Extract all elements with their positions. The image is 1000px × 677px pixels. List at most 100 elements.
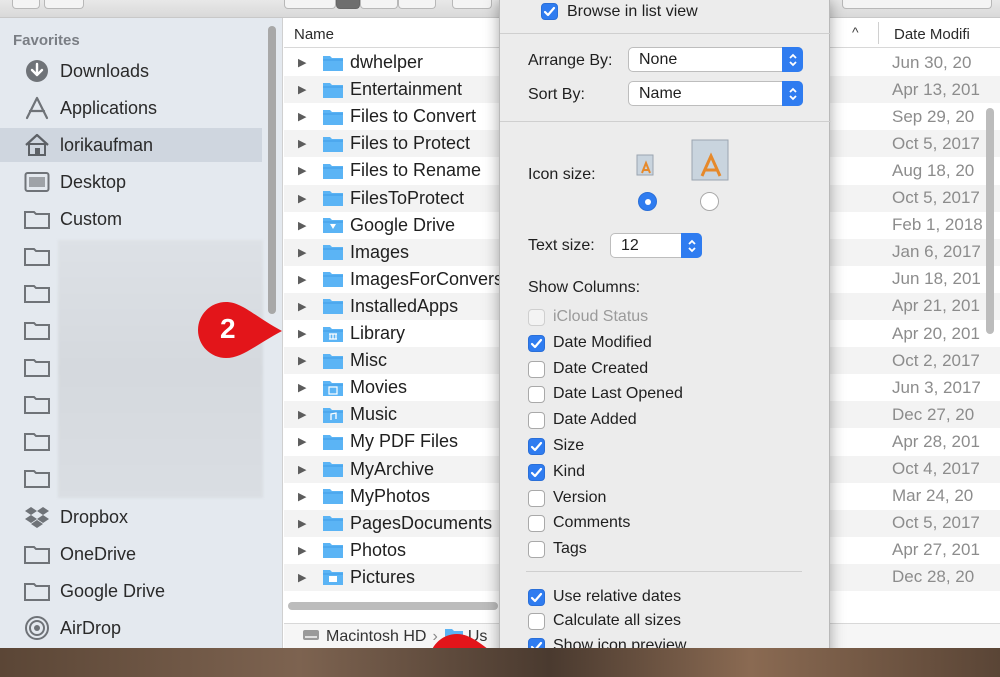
column-checkbox[interactable] xyxy=(528,334,545,352)
column-checkbox-label: Tags xyxy=(553,540,587,558)
sidebar-item-label: lorikaufman xyxy=(60,134,154,155)
column-checkbox[interactable] xyxy=(528,360,545,378)
drive-folder-icon xyxy=(322,216,344,234)
icon-view-button[interactable] xyxy=(284,0,336,9)
column-view-button[interactable] xyxy=(360,0,398,9)
name-column-header[interactable]: Name xyxy=(294,26,334,43)
sort-by-value: Name xyxy=(639,84,682,102)
sidebar-item-custom[interactable]: Custom xyxy=(0,202,262,236)
updown-chevron-icon xyxy=(782,47,803,72)
path-item-drive[interactable]: Macintosh HD xyxy=(326,628,426,646)
disclosure-triangle-icon[interactable]: ▶ xyxy=(298,273,308,286)
folder-icon xyxy=(24,429,50,453)
sidebar-item-label: Dropbox xyxy=(60,506,129,527)
disclosure-triangle-icon[interactable]: ▶ xyxy=(298,408,308,421)
date-column-header[interactable]: Date Modifi xyxy=(894,26,970,43)
disclosure-triangle-icon[interactable]: ▶ xyxy=(298,164,308,177)
sidebar-item-applications[interactable]: Applications xyxy=(0,91,262,125)
folder-icon xyxy=(322,297,344,315)
disclosure-triangle-icon[interactable]: ▶ xyxy=(298,192,308,205)
forward-button[interactable] xyxy=(44,0,84,9)
folder-icon xyxy=(322,243,344,261)
vertical-scrollbar[interactable] xyxy=(986,108,994,334)
column-checkbox xyxy=(528,309,545,326)
browse-list-view-checkbox[interactable] xyxy=(541,3,558,20)
column-checkbox-label: Date Created xyxy=(553,359,649,377)
disclosure-triangle-icon[interactable]: ▶ xyxy=(298,571,308,584)
disclosure-triangle-icon[interactable]: ▶ xyxy=(298,435,308,448)
download-icon xyxy=(24,59,50,83)
column-checkbox[interactable] xyxy=(528,438,545,455)
airdrop-icon xyxy=(24,616,50,640)
disclosure-triangle-icon[interactable]: ▶ xyxy=(298,110,308,123)
option-checkbox[interactable] xyxy=(528,613,545,631)
sidebar-item-downloads[interactable]: Downloads xyxy=(0,54,262,88)
date-modified: Jan 6, 2017 xyxy=(892,242,981,262)
search-field[interactable] xyxy=(842,0,992,9)
date-modified: Apr 20, 201 xyxy=(892,323,980,343)
disclosure-triangle-icon[interactable]: ▶ xyxy=(298,381,308,394)
text-size-select[interactable]: 12 xyxy=(610,233,702,258)
list-view-button[interactable] xyxy=(336,0,360,9)
sidebar-item-google-drive[interactable]: Google Drive xyxy=(0,574,262,608)
browse-list-view-label: Browse in list view xyxy=(567,3,698,20)
disclosure-triangle-icon[interactable]: ▶ xyxy=(298,327,308,340)
column-checkbox[interactable] xyxy=(528,412,545,430)
disclosure-triangle-icon[interactable]: ▶ xyxy=(298,56,308,69)
sidebar-item-desktop[interactable]: Desktop xyxy=(0,165,262,199)
sidebar-scrollbar[interactable] xyxy=(268,26,276,314)
folder-icon xyxy=(322,81,344,99)
date-modified: Jun 18, 201 xyxy=(892,269,981,289)
date-modified: Oct 5, 2017 xyxy=(892,133,980,153)
sidebar-item-label: Custom xyxy=(60,208,123,229)
sidebar-item-dropbox[interactable]: Dropbox xyxy=(0,500,262,534)
column-checkbox-label: Comments xyxy=(553,514,631,532)
horizontal-scrollbar[interactable] xyxy=(288,602,498,610)
folder-icon xyxy=(24,542,50,566)
sidebar-item-home[interactable]: lorikaufman xyxy=(0,128,262,162)
disclosure-triangle-icon[interactable]: ▶ xyxy=(298,544,308,557)
disclosure-triangle-icon[interactable]: ▶ xyxy=(298,300,308,313)
column-checkbox[interactable] xyxy=(528,463,545,481)
sidebar-heading: Favorites xyxy=(13,32,80,49)
disclosure-triangle-icon[interactable]: ▶ xyxy=(298,83,308,96)
column-checkbox[interactable] xyxy=(528,541,545,559)
disclosure-triangle-icon[interactable]: ▶ xyxy=(298,137,308,150)
small-icon-radio[interactable] xyxy=(638,192,657,211)
gallery-view-button[interactable] xyxy=(398,0,436,9)
disclosure-triangle-icon[interactable]: ▶ xyxy=(298,517,308,530)
sidebar-item-label: AirDrop xyxy=(60,617,122,638)
folder-icon xyxy=(322,541,344,559)
folder-icon xyxy=(24,318,50,342)
folder-icon xyxy=(322,270,344,288)
disclosure-triangle-icon[interactable]: ▶ xyxy=(298,490,308,503)
sidebar-item-onedrive[interactable]: OneDrive xyxy=(0,537,262,571)
disclosure-triangle-icon[interactable]: ▶ xyxy=(298,354,308,367)
sidebar-item-airdrop[interactable]: AirDrop xyxy=(0,611,262,645)
column-divider[interactable] xyxy=(878,22,879,44)
arrange-by-select[interactable]: None xyxy=(628,47,803,72)
disclosure-triangle-icon[interactable]: ▶ xyxy=(298,463,308,476)
column-checkbox[interactable] xyxy=(528,515,545,533)
disclosure-triangle-icon[interactable]: ▶ xyxy=(298,246,308,259)
divider xyxy=(526,571,802,572)
column-checkbox[interactable] xyxy=(528,386,545,404)
large-icon-radio[interactable] xyxy=(700,192,719,211)
disclosure-triangle-icon[interactable]: ▶ xyxy=(298,219,308,232)
column-checkbox-label: Kind xyxy=(553,462,586,480)
folder-icon xyxy=(322,487,344,505)
folder-icon xyxy=(322,162,344,180)
sidebar-item-label: Downloads xyxy=(60,60,150,81)
arrange-button[interactable] xyxy=(452,0,492,9)
option-checkbox[interactable] xyxy=(528,589,545,606)
music-folder-icon xyxy=(322,406,344,424)
back-button[interactable] xyxy=(12,0,40,9)
sort-by-select[interactable]: Name xyxy=(628,81,803,106)
divider xyxy=(500,33,831,34)
callout-2-number: 2 xyxy=(220,313,236,344)
column-checkbox-label: iCloud Status xyxy=(553,308,649,325)
desktop-background xyxy=(0,648,1000,677)
date-modified: Jun 3, 2017 xyxy=(892,377,981,397)
column-checkbox[interactable] xyxy=(528,489,545,507)
folder-icon xyxy=(24,579,50,603)
